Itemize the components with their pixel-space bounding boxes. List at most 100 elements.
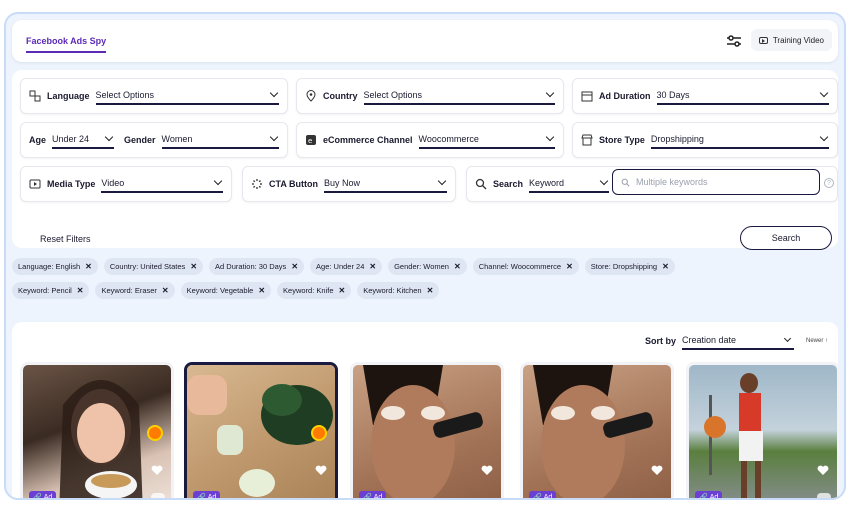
language-value: Select Options [95, 90, 155, 100]
ad-duration-label: Ad Duration [599, 91, 651, 101]
filter-chip: Keyword: Kitchen ✕ [357, 282, 440, 299]
filter-chip: Ad Duration: 30 Days ✕ [209, 258, 305, 275]
language-select[interactable]: Select Options [95, 87, 279, 105]
media-type-value: Video [101, 178, 125, 188]
woman-applying-makeup-image [533, 365, 653, 498]
age-value: Under 24 [52, 134, 90, 144]
ad-card-selected[interactable]: 🔗 Ad [184, 362, 338, 500]
filter-chip-label: Keyword: Vegetable [186, 286, 254, 295]
country-label: Country [323, 91, 358, 101]
reset-filters-link[interactable]: Reset Filters [40, 234, 91, 244]
filter-chip: Age: Under 24 ✕ [310, 258, 383, 275]
country-select[interactable]: Select Options [363, 87, 555, 105]
sort-order-toggle[interactable]: Newer ↑ [806, 338, 828, 344]
filter-chip-label: Keyword: Pencil [18, 286, 72, 295]
gender-select[interactable]: Women [161, 131, 279, 149]
ad-thumbnail: 🔗 Ad [23, 365, 171, 500]
gender-label: Gender [124, 135, 156, 145]
chevron-down-icon [545, 132, 555, 142]
remove-chip-icon[interactable]: ✕ [369, 262, 376, 271]
remove-chip-icon[interactable]: ✕ [454, 262, 461, 271]
chevron-down-icon [599, 176, 609, 186]
remove-chip-icon[interactable]: ✕ [291, 262, 298, 271]
language-label: Language [47, 91, 90, 101]
woman-applying-makeup-image [363, 365, 483, 498]
cta-value: Buy Now [323, 178, 360, 188]
filter-chip: Keyword: Vegetable ✕ [180, 282, 272, 299]
heart-icon[interactable] [481, 465, 493, 475]
chevron-down-icon [213, 176, 223, 186]
remove-chip-icon[interactable]: ✕ [566, 262, 573, 271]
heart-icon[interactable] [151, 465, 163, 475]
chevron-down-icon [437, 176, 447, 186]
search-button[interactable]: Search [740, 226, 832, 250]
sort-select[interactable]: Creation date [682, 332, 794, 350]
ad-badge-label: Ad [373, 493, 383, 500]
filter-chip: Store: Dropshipping ✕ [584, 258, 675, 275]
help-icon[interactable]: ? [824, 178, 834, 188]
heart-icon[interactable] [315, 465, 327, 475]
link-icon: 🔗 [197, 494, 206, 500]
fire-icon [147, 425, 163, 441]
chevron-down-icon [104, 132, 114, 142]
ad-card[interactable]: 🔗 Ad [520, 362, 674, 500]
store-type-label: Store Type [599, 135, 645, 145]
remove-chip-icon[interactable]: ✕ [662, 262, 669, 271]
link-icon: 🔗 [33, 494, 42, 500]
ecommerce-filter: e eCommerce Channel Woocommerce [296, 122, 564, 158]
sliders-icon[interactable] [726, 34, 742, 48]
link-icon: 🔗 [533, 494, 542, 500]
cta-filter: CTA Button Buy Now [242, 166, 456, 202]
search-icon [621, 178, 630, 187]
translate-icon [29, 90, 41, 102]
ad-badge: 🔗 Ad [695, 491, 723, 498]
media-type-label: Media Type [47, 179, 96, 189]
more-icon[interactable] [817, 493, 831, 498]
filter-chip: Keyword: Knife ✕ [277, 282, 352, 299]
filter-chip: Keyword: Eraser ✕ [95, 282, 175, 299]
remove-chip-icon[interactable]: ✕ [190, 262, 197, 271]
chevron-down-icon [269, 88, 279, 98]
ad-duration-select[interactable]: 30 Days [656, 87, 829, 105]
more-icon[interactable] [151, 493, 165, 498]
filter-chip-label: Channel: Woocommerce [478, 262, 562, 271]
results-panel: Sort by Creation date Newer ↑ 🔗Ad 🔗Ad [12, 322, 840, 500]
training-video-button[interactable]: Training Video [750, 29, 832, 51]
chevron-down-icon [819, 132, 829, 142]
filter-chip: Language: English ✕ [12, 258, 98, 275]
cta-label: CTA Button [269, 179, 318, 189]
ad-badge: 🔗 Ad [29, 491, 57, 500]
media-type-filter: Media Type Video [20, 166, 232, 202]
ad-thumbnail: 🔗 Ad [353, 365, 501, 500]
filter-chip-label: Keyword: Kitchen [363, 286, 422, 295]
filter-chip: Channel: Woocommerce ✕ [472, 258, 579, 275]
heart-icon[interactable] [817, 465, 829, 475]
filter-panel: Language Select Options Country Select O… [12, 70, 838, 250]
remove-chip-icon[interactable]: ✕ [427, 286, 434, 295]
media-type-select[interactable]: Video [101, 175, 223, 193]
keywords-input[interactable]: Multiple keywords [612, 169, 820, 195]
ecommerce-label: eCommerce Channel [323, 135, 413, 145]
search-icon [475, 178, 487, 190]
age-select[interactable]: Under 24 [52, 131, 115, 149]
cta-select[interactable]: Buy Now [323, 175, 447, 193]
tab-facebook-ads-spy[interactable]: Facebook Ads Spy [26, 36, 107, 53]
ecommerce-select[interactable]: Woocommerce [418, 131, 555, 149]
remove-chip-icon[interactable]: ✕ [77, 286, 84, 295]
search-type-select[interactable]: Keyword [529, 175, 610, 193]
language-filter: Language Select Options [20, 78, 288, 114]
remove-chip-icon[interactable]: ✕ [339, 286, 346, 295]
remove-chip-icon[interactable]: ✕ [162, 286, 169, 295]
ad-card[interactable]: 🔗 Ad [350, 362, 504, 500]
ad-card[interactable]: 🔗 Ad [686, 362, 840, 498]
chevron-down-icon [783, 334, 792, 343]
search-label: Search [493, 179, 524, 189]
heart-icon[interactable] [651, 465, 663, 475]
chevron-down-icon [269, 132, 279, 142]
filter-chip-label: Gender: Women [394, 262, 449, 271]
ad-card[interactable]: 🔗 Ad [20, 362, 174, 500]
remove-chip-icon[interactable]: ✕ [258, 286, 265, 295]
store-type-value: Dropshipping [650, 134, 704, 144]
remove-chip-icon[interactable]: ✕ [85, 262, 92, 271]
store-type-select[interactable]: Dropshipping [650, 131, 829, 149]
